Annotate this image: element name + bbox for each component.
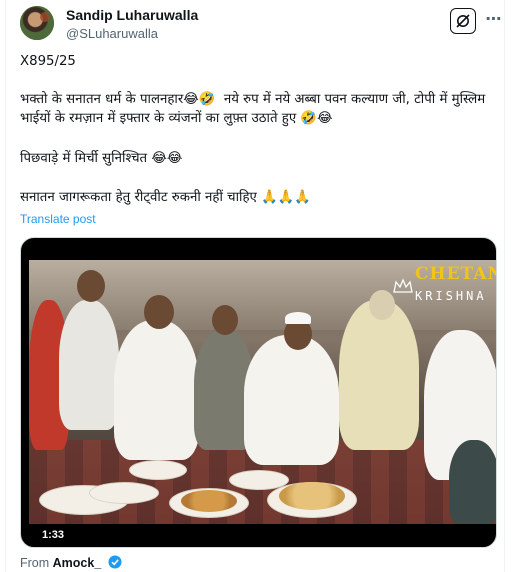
grok-icon — [456, 14, 470, 28]
video-frame[interactable]: CHETAN KRISHNA — [29, 260, 497, 524]
video-head — [77, 270, 105, 302]
post-line-3: पिछवाड़े में मिर्ची सुनिश्चित 😂😂 — [20, 151, 183, 166]
video-duration: 1:33 — [37, 527, 70, 543]
author-handle[interactable]: @SLuharuwalla — [66, 26, 158, 41]
video-food — [181, 490, 237, 512]
avatar[interactable] — [20, 6, 54, 40]
more-icon: ⋯ — [485, 11, 503, 28]
video-person — [449, 440, 496, 524]
grok-button[interactable] — [450, 8, 476, 34]
avatar-photo — [20, 6, 54, 40]
source-prefix: From — [20, 556, 50, 570]
crown-icon — [393, 278, 413, 293]
translate-post-link[interactable]: Translate post — [20, 212, 96, 226]
video-person — [244, 335, 339, 465]
more-options-button[interactable]: ⋯ — [484, 10, 504, 30]
verified-badge-icon — [108, 555, 122, 569]
video-skullcap — [285, 312, 311, 324]
post-line-4: सनातन जागरूकता हेतु रीट्वीट रुकनी नहीं च… — [20, 190, 311, 205]
source-account[interactable]: Amock_ — [53, 556, 102, 570]
channel-logo: CHETAN KRISHNA — [391, 262, 497, 314]
video-person — [114, 320, 199, 460]
logo-subtitle: KRISHNA — [415, 289, 487, 303]
author-name[interactable]: Sandip Luharuwalla — [66, 7, 198, 23]
video-person — [59, 300, 119, 430]
video-food — [279, 482, 345, 510]
video-person — [339, 300, 419, 450]
video-head — [144, 295, 174, 329]
video-plate — [89, 482, 159, 504]
post-line-1: X895/25 — [20, 54, 76, 69]
source-attribution: From Amock_ — [20, 555, 122, 570]
tweet-card: Sandip Luharuwalla @SLuharuwalla ⋯ X895/… — [5, 0, 505, 572]
video-plate — [129, 460, 187, 480]
logo-title: CHETAN — [415, 264, 497, 284]
video-head — [212, 305, 238, 335]
avatar-detail — [40, 12, 50, 22]
video-player[interactable]: CHETAN KRISHNA 1:33 — [20, 237, 497, 548]
tweet-header: Sandip Luharuwalla @SLuharuwalla ⋯ — [20, 4, 502, 44]
post-line-2: भक्तो के सनातन धर्म के पालनहार😂🤣 नये रुप… — [20, 92, 490, 126]
